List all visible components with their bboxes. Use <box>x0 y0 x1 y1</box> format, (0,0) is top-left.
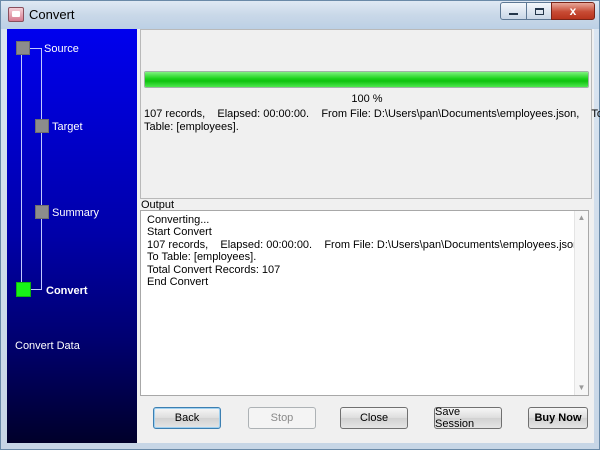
step-target-marker <box>35 119 49 133</box>
output-lines: Converting... Start Convert 107 records,… <box>147 214 583 289</box>
scroll-up-icon[interactable]: ▲ <box>575 211 588 225</box>
output-scrollbar[interactable]: ▲ ▼ <box>574 211 588 395</box>
step-convert-marker <box>16 282 31 297</box>
close-window-button[interactable]: x <box>551 2 595 20</box>
progress-bar <box>144 71 589 88</box>
maximize-button[interactable] <box>526 2 552 20</box>
wizard-steps-panel: Source Target Summary Convert Convert Da… <box>7 29 137 443</box>
step-summary-marker <box>35 205 49 219</box>
progress-status-line: 107 records, Elapsed: 00:00:00. From Fil… <box>144 108 600 120</box>
wizard-caption: Convert Data <box>15 340 80 352</box>
wizard-connector <box>41 48 42 289</box>
output-textarea[interactable]: Converting... Start Convert 107 records,… <box>140 210 589 396</box>
output-line: Total Convert Records: 107 <box>147 263 281 276</box>
step-summary-label: Summary <box>52 207 100 219</box>
minimize-icon <box>509 12 518 15</box>
stop-button[interactable]: Stop <box>248 407 316 429</box>
output-line: To Table: [employees]. <box>147 251 257 264</box>
maximize-icon <box>534 7 544 15</box>
save-session-button[interactable]: Save Session <box>434 406 502 430</box>
progress-fill <box>145 72 588 87</box>
output-line: End Convert <box>147 276 209 289</box>
step-source-label: Source <box>44 43 79 55</box>
buy-now-button[interactable]: Buy Now <box>528 407 588 429</box>
progress-percent: 100 % <box>351 93 383 105</box>
back-button[interactable]: Back <box>153 407 221 429</box>
output-line: 107 records, Elapsed: 00:00:00. From Fil… <box>147 238 583 251</box>
title-bar[interactable]: Convert x <box>1 1 599 29</box>
progress-status-line: Table: [employees]. <box>144 121 239 133</box>
wizard-connector <box>21 48 22 289</box>
minimize-button[interactable] <box>500 2 527 20</box>
step-convert-label: Convert <box>46 285 88 297</box>
scroll-down-icon[interactable]: ▼ <box>575 381 588 395</box>
step-target-label: Target <box>52 121 83 133</box>
progress-pane: 100 % 107 records, Elapsed: 00:00:00. Fr… <box>140 29 600 199</box>
client-area: Source Target Summary Convert Convert Da… <box>7 29 600 443</box>
step-source-marker <box>16 41 30 55</box>
output-line: Converting... <box>147 214 210 226</box>
window-title: Convert <box>29 7 75 22</box>
convert-content: 100 % 107 records, Elapsed: 00:00:00. Fr… <box>140 29 600 443</box>
close-icon: x <box>569 4 577 18</box>
progress-status: 107 records, Elapsed: 00:00:00. From Fil… <box>144 108 600 134</box>
convert-window: Convert x Source Target Summary Convert … <box>0 0 600 450</box>
output-line: Start Convert <box>147 226 212 239</box>
close-button[interactable]: Close <box>340 407 408 429</box>
app-icon <box>8 7 24 22</box>
